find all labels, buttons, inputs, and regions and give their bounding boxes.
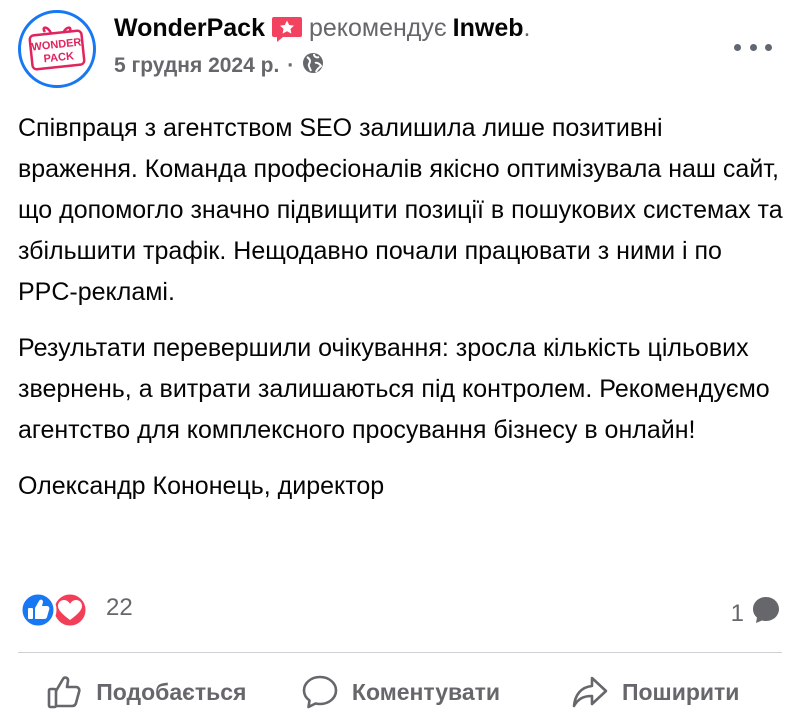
post-date[interactable]: 5 грудня 2024 р.: [114, 54, 279, 78]
recommend-star-badge-icon: [271, 15, 303, 43]
comment-bubble-icon: [750, 594, 782, 633]
post-paragraph: Результати перевершили очікування: зросл…: [18, 334, 770, 444]
post-body: Співпраця з агентством SEO залишила лише…: [18, 108, 788, 522]
reaction-icons[interactable]: [18, 590, 98, 630]
divider: [18, 652, 782, 653]
globe-icon: [302, 52, 324, 80]
recommends-label: рекомендує: [308, 14, 447, 42]
like-reaction-icon: [19, 591, 57, 629]
title-line: WonderPack рекомендує Inweb .: [114, 10, 530, 46]
post-subline: 5 грудня 2024 р. ·: [114, 52, 530, 80]
comment-label: Коментувати: [351, 678, 501, 705]
subline-separator: ·: [287, 54, 295, 77]
reactions-count[interactable]: 22: [106, 594, 133, 622]
post-meta: WonderPack рекомендує Inweb . 5 грудня 2…: [114, 10, 530, 80]
comment-button[interactable]: Коментувати: [273, 664, 528, 720]
more-options-icon[interactable]: [734, 34, 772, 60]
share-label: Поширити: [621, 678, 740, 705]
post-header: WONDER PACK WonderPack рекомендує Inweb …: [18, 6, 782, 88]
love-reaction-icon: [51, 591, 89, 629]
comments-count[interactable]: 1: [731, 594, 782, 633]
avatar[interactable]: WONDER PACK: [18, 10, 96, 88]
share-arrow-icon: [572, 676, 608, 708]
like-button[interactable]: Подобається: [18, 664, 273, 720]
comments-count-number: 1: [730, 599, 744, 627]
post-signature: Олександр Кононець, директор: [18, 472, 385, 500]
reactions-bar: 22 1: [18, 588, 782, 632]
author-name[interactable]: WonderPack: [114, 10, 265, 46]
wonderpack-logo: WONDER PACK: [28, 26, 86, 71]
comment-icon: [302, 675, 338, 709]
post-actions: Подобається Коментувати Поширити: [18, 664, 782, 720]
share-button[interactable]: Поширити: [527, 664, 782, 720]
title-period: .: [523, 14, 531, 42]
like-label: Подобається: [96, 678, 247, 705]
thumbs-up-icon: [47, 676, 81, 709]
post-paragraph: Співпраця з агентством SEO залишила лише…: [18, 114, 783, 306]
recommended-page-name[interactable]: Inweb: [453, 10, 524, 46]
